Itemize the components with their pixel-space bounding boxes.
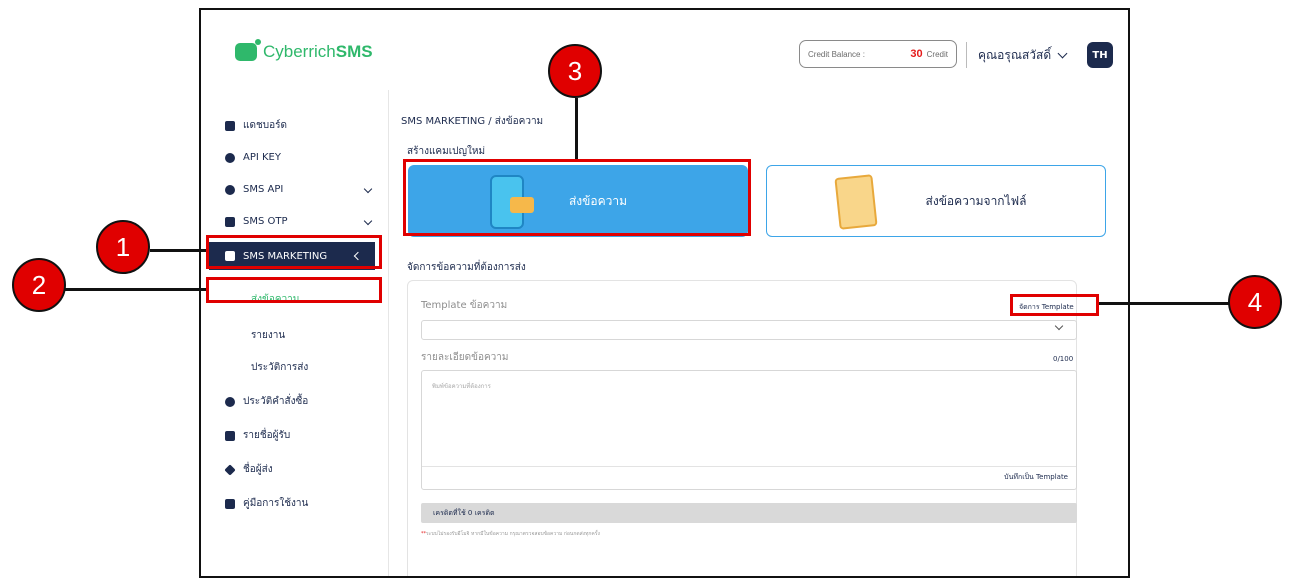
connector-line-3	[575, 98, 578, 159]
message-textarea[interactable]: พิมพ์ข้อความที่ต้องการ บันทึกเป็น Templa…	[421, 370, 1077, 490]
sidebar-item-label: แดชบอร์ด	[243, 120, 287, 131]
sidebar-subitem-report[interactable]: รายงาน	[251, 328, 285, 343]
manage-messages-title: จัดการข้อความที่ต้องการส่ง	[407, 262, 526, 273]
dashboard-icon	[225, 120, 235, 131]
breadcrumb: SMS MARKETING / ส่งข้อความ	[401, 116, 544, 127]
save-as-template-link[interactable]: บันทึกเป็น Template	[1004, 472, 1068, 483]
sidebar-subitem-send-history[interactable]: ประวัติการส่ง	[251, 360, 308, 375]
sidebar-item-user-guide[interactable]: คู่มือการใช้งาน	[225, 496, 375, 511]
sidebar-item-sms-otp[interactable]: SMS OTP	[225, 216, 375, 227]
message-detail-label: รายละเอียดข้อความ	[421, 352, 509, 363]
sidebar-item-label: คู่มือการใช้งาน	[243, 498, 309, 509]
highlight-manage-template	[1010, 294, 1099, 316]
highlight-sms-marketing	[206, 235, 382, 269]
sidebar-item-recipients[interactable]: รายชื่อผู้รับ	[225, 428, 375, 443]
sidebar-item-label: รายชื่อผู้รับ	[243, 430, 291, 441]
api-icon	[225, 184, 235, 195]
emoji-note: **ระบบไม่รองรับอีโมจิ หากมีในข้อความ กรุ…	[421, 530, 600, 538]
char-counter: 0/100	[1053, 355, 1074, 363]
book-icon	[225, 498, 235, 509]
logo-text-light: Cyberrich	[263, 42, 336, 61]
sidebar-item-label: API KEY	[243, 152, 281, 163]
step-badge-2: 2	[12, 258, 66, 312]
gear-icon	[225, 396, 235, 407]
header-divider	[966, 42, 967, 68]
credit-balance-unit: Credit	[926, 49, 948, 59]
send-from-file-card-label: ส่งข้อความจากไฟล์	[925, 193, 1027, 208]
credit-balance: Credit Balance : 30 Credit	[799, 40, 957, 68]
user-name: คุณอรุณสวัสดิ์	[978, 48, 1052, 62]
key-icon	[225, 152, 235, 163]
user-menu[interactable]: คุณอรุณสวัสดิ์	[978, 46, 1068, 65]
sidebar-item-order-history[interactable]: ประวัติคำสั่งซื้อ	[225, 394, 375, 409]
chevron-down-icon	[1057, 48, 1068, 59]
sidebar-item-label: SMS API	[243, 184, 284, 195]
credit-used-bar: เครดิตที่ใช้ 0 เครดิต	[421, 503, 1077, 523]
sidebar-item-dashboard[interactable]: แดชบอร์ด	[225, 118, 375, 133]
connector-line-2	[64, 288, 206, 291]
sidebar-item-sender-names[interactable]: ชื่อผู้ส่ง	[224, 462, 375, 477]
step-badge-1: 1	[96, 220, 150, 274]
textarea-placeholder: พิมพ์ข้อความที่ต้องการ	[432, 383, 491, 390]
sidebar-item-label: SMS OTP	[243, 216, 288, 227]
step-badge-4: 4	[1228, 275, 1282, 329]
contacts-icon	[225, 430, 235, 441]
chevron-down-icon	[363, 216, 373, 226]
sidebar-item-sms-api[interactable]: SMS API	[225, 184, 375, 195]
credit-balance-label: Credit Balance :	[808, 49, 865, 59]
highlight-send-message-subitem	[206, 277, 382, 303]
send-icon	[224, 463, 236, 476]
credit-balance-value: 30	[910, 48, 923, 60]
sidebar-item-label: ชื่อผู้ส่ง	[243, 464, 273, 475]
language-switch[interactable]: TH	[1087, 42, 1113, 68]
send-from-file-card[interactable]: ส่งข้อความจากไฟล์	[766, 165, 1106, 237]
brand-logo[interactable]: CyberrichSMS	[235, 39, 373, 62]
sidebar-item-api-key[interactable]: API KEY	[225, 152, 375, 163]
emoji-note-text: ระบบไม่รองรับอีโมจิ หากมีในข้อความ กรุณา…	[426, 531, 600, 537]
textarea-footer: บันทึกเป็น Template	[422, 466, 1076, 489]
template-select[interactable]	[421, 320, 1077, 340]
chevron-down-icon	[363, 184, 373, 194]
chevron-down-icon	[1054, 321, 1064, 331]
otp-icon	[225, 216, 235, 227]
logo-text-bold: SMS	[335, 42, 373, 61]
connector-line-1	[150, 249, 206, 252]
template-label: Template ข้อความ	[421, 300, 508, 311]
sidebar: แดชบอร์ด API KEY SMS API SMS OTP SMS MAR…	[201, 90, 389, 576]
highlight-send-message-card	[403, 159, 751, 236]
sidebar-item-label: ประวัติคำสั่งซื้อ	[243, 396, 309, 407]
chat-logo-icon	[235, 39, 261, 61]
connector-line-4	[1099, 302, 1231, 305]
step-badge-3: 3	[548, 44, 602, 98]
create-campaign-title: สร้างแคมเปญใหม่	[407, 146, 486, 157]
